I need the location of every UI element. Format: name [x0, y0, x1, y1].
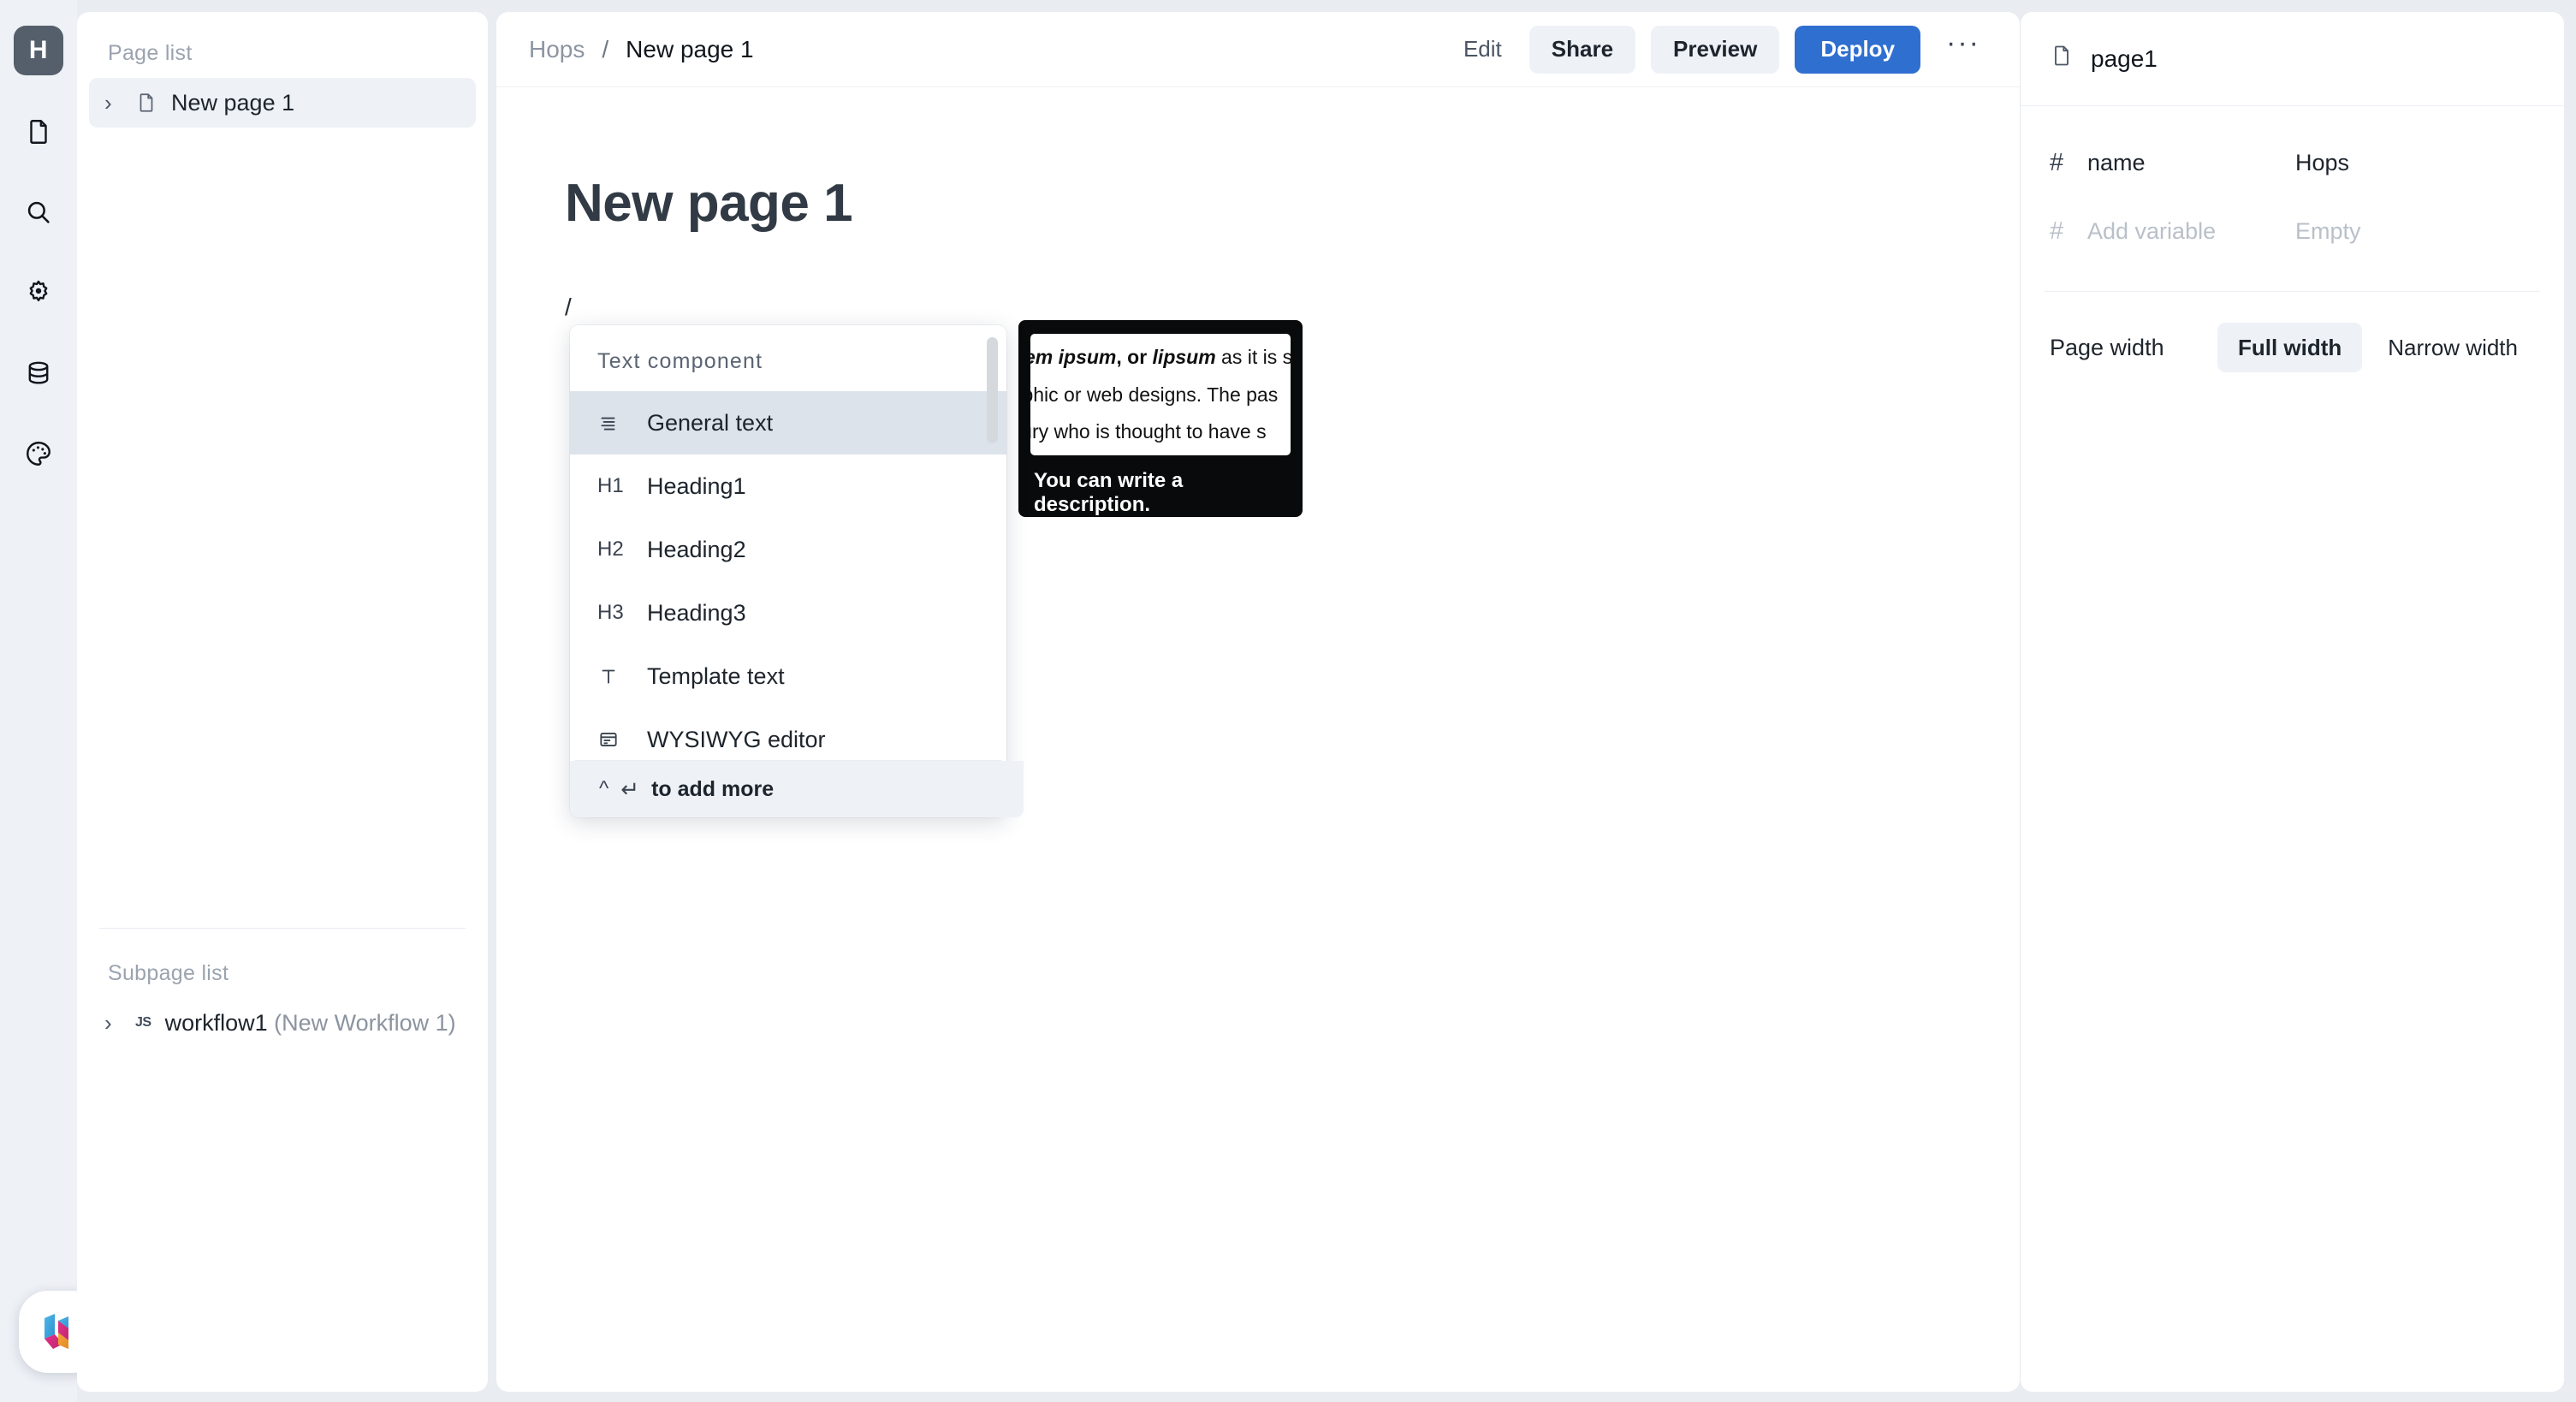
- hash-icon: #: [2050, 217, 2064, 245]
- h3-icon: H3: [597, 601, 624, 624]
- wysiwyg-icon: [597, 728, 647, 751]
- narrow-width-button[interactable]: Narrow width: [2367, 323, 2538, 372]
- tooltip-preview-line: ntury who is thought to have s: [1030, 420, 1267, 443]
- page-icon[interactable]: [15, 108, 62, 156]
- document-body: New page 1 /: [496, 87, 2020, 321]
- page-file-icon: [135, 92, 157, 114]
- slash-item-label: Heading2: [647, 536, 746, 562]
- subpage-item-sublabel: (New Workflow 1): [267, 1009, 456, 1036]
- icon-rail: H: [0, 0, 77, 1402]
- slash-item-label: Heading3: [647, 599, 746, 626]
- slash-item-label: General text: [647, 409, 774, 436]
- search-icon[interactable]: [15, 188, 62, 236]
- slash-item-heading1[interactable]: H1 Heading1: [570, 454, 1006, 518]
- palette-icon[interactable]: [15, 430, 62, 478]
- tooltip-caption: You can write a description.: [1034, 469, 1184, 516]
- slash-menu-list: Text component General text H1 Heading1 …: [570, 325, 1006, 760]
- js-icon: JS: [135, 1015, 151, 1030]
- subpage-list-label: Subpage list: [108, 961, 229, 985]
- return-key-icon: ↵: [620, 775, 640, 802]
- toolbar-actions: Edit Share Preview Deploy ···: [1451, 25, 1991, 74]
- slash-item-label: Heading1: [647, 472, 746, 499]
- variable-row-name[interactable]: # name Hops: [2021, 128, 2564, 197]
- editor-text-line[interactable]: /: [565, 294, 2020, 321]
- text-lines-icon: [597, 412, 647, 434]
- variable-key: name: [2087, 149, 2146, 175]
- h1-icon: H1: [597, 474, 624, 497]
- more-options-icon[interactable]: ···: [1936, 28, 1991, 63]
- preview-button[interactable]: Preview: [1651, 25, 1780, 74]
- tooltip-preview-line: raphic or web designs. The pas: [1030, 383, 1279, 406]
- database-icon[interactable]: [15, 349, 62, 397]
- slash-item-template-text[interactable]: Template text: [570, 645, 1006, 708]
- variable-value[interactable]: Hops: [2295, 150, 2535, 176]
- workspace-logo-button[interactable]: H: [14, 26, 63, 75]
- edit-button[interactable]: Edit: [1451, 36, 1514, 62]
- breadcrumb-separator: /: [602, 35, 609, 62]
- top-toolbar: Hops / New page 1 Edit Share Preview Dep…: [496, 12, 2020, 87]
- slash-menu-footer-hint: ^ ↵ to add more: [570, 761, 1024, 817]
- tooltip-preview-image: orem ipsum, or lipsum as it is s raphic …: [1030, 334, 1291, 455]
- template-text-icon: [597, 665, 647, 687]
- properties-panel-header: page1: [2021, 12, 2564, 106]
- variable-row-add[interactable]: # Add variable Empty: [2021, 197, 2564, 265]
- app-root: H Page list › New page 1 Subpage list › …: [0, 0, 2576, 1402]
- sidebar-divider: [99, 928, 466, 929]
- page-file-icon: [2050, 44, 2074, 74]
- variables-list: # name Hops # Add variable Empty: [2021, 106, 2564, 265]
- share-button[interactable]: Share: [1528, 25, 1636, 74]
- gear-icon[interactable]: [15, 269, 62, 317]
- slash-menu-footer-label: to add more: [651, 776, 775, 801]
- chevron-right-icon[interactable]: ›: [104, 92, 122, 114]
- tooltip-preview-line: orem ipsum, or lipsum as it is s: [1030, 346, 1291, 369]
- slash-item-general-text[interactable]: General text: [570, 391, 1006, 454]
- workspace-logo-label: H: [28, 36, 49, 64]
- page-title[interactable]: New page 1: [565, 173, 2020, 234]
- subpage-section: Subpage list › JS workflow1 (New Workflo…: [77, 932, 488, 1048]
- chevron-right-icon[interactable]: ›: [104, 1012, 122, 1034]
- page-list-label: Page list: [108, 41, 193, 65]
- slash-item-heading3[interactable]: H3 Heading3: [570, 581, 1006, 645]
- h2-icon: H2: [597, 538, 624, 561]
- add-variable-value[interactable]: Empty: [2295, 218, 2535, 245]
- slash-item-label: Template text: [647, 662, 785, 689]
- hash-icon: #: [2050, 148, 2064, 176]
- page-sidebar: Page list › New page 1 Subpage list › JS…: [77, 12, 488, 1392]
- properties-panel-title: page1: [2091, 45, 2158, 72]
- breadcrumb-root[interactable]: Hops: [529, 36, 585, 63]
- sidebar-item-label: New page 1: [171, 89, 295, 116]
- subpage-item-label: workflow1 (New Workflow 1): [164, 1009, 456, 1036]
- page-width-setting: Page width Full width Narrow width: [2021, 292, 2564, 372]
- slash-command-menu: Text component General text H1 Heading1 …: [570, 325, 1024, 817]
- slash-menu-group-header: Text component: [597, 349, 763, 373]
- slash-item-label: WYSIWYG editor: [647, 726, 826, 752]
- slash-item-wysiwyg-editor[interactable]: WYSIWYG editor: [570, 708, 1006, 760]
- slash-item-heading2[interactable]: H2 Heading2: [570, 518, 1006, 581]
- breadcrumb-current[interactable]: New page 1: [626, 36, 753, 63]
- full-width-button[interactable]: Full width: [2217, 323, 2363, 372]
- sidebar-item-new-page-1[interactable]: › New page 1: [89, 78, 476, 128]
- caret-key-icon: ^: [599, 777, 609, 800]
- add-variable-label[interactable]: Add variable: [2087, 218, 2216, 245]
- page-width-label: Page width: [2050, 334, 2164, 360]
- deploy-button[interactable]: Deploy: [1795, 25, 1921, 74]
- slash-menu-scrollbar[interactable]: [987, 337, 998, 443]
- sidebar-item-workflow1[interactable]: › JS workflow1 (New Workflow 1): [89, 998, 476, 1048]
- component-preview-tooltip: orem ipsum, or lipsum as it is s raphic …: [1018, 320, 1303, 517]
- properties-panel: page1 # name Hops # Add variable Empty P…: [2020, 12, 2564, 1392]
- page-width-segmented-control: Full width Narrow width: [2217, 323, 2538, 372]
